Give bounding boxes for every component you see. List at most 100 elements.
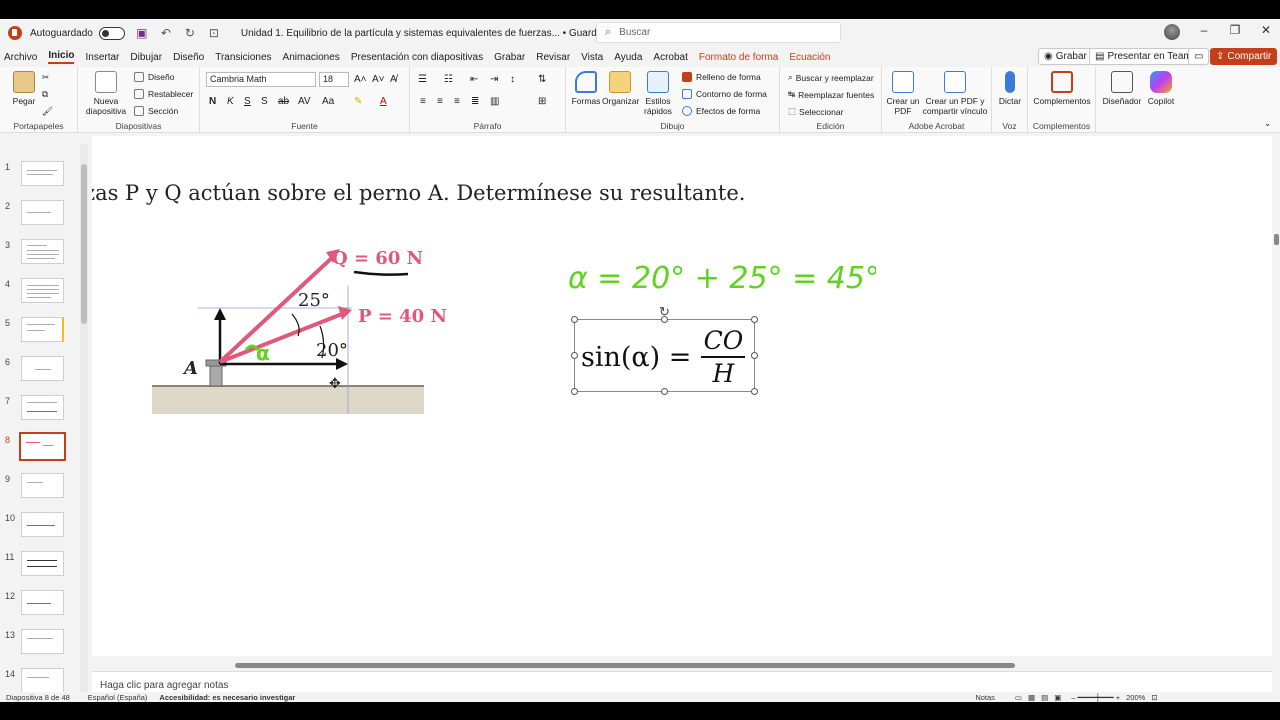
accessibility-status[interactable]: Accesibilidad: es necesario investigar	[159, 693, 295, 702]
autosave-toggle[interactable]	[98, 26, 125, 40]
language-status[interactable]: Español (España)	[88, 693, 148, 702]
present-in-teams-button[interactable]: ▤ Presentar en Teams	[1089, 48, 1203, 65]
minimize-icon[interactable]: –	[1194, 23, 1214, 37]
tab-archivo[interactable]: Archivo	[4, 52, 37, 63]
case-icon[interactable]: Aa	[322, 96, 334, 107]
resize-handle-sw[interactable]	[571, 388, 578, 395]
decrease-indent-icon[interactable]: ⇤	[470, 74, 478, 85]
tab-acrobat[interactable]: Acrobat	[653, 52, 687, 63]
shadow-icon[interactable]: S	[261, 96, 268, 107]
present-icon[interactable]: ⊡	[207, 26, 221, 40]
slide-horizontal-scrollbar[interactable]	[92, 660, 1272, 670]
reading-view-icon[interactable]: ▤	[1041, 693, 1048, 702]
numbering-icon[interactable]: ☷	[444, 74, 453, 85]
shape-outline-button[interactable]: Contorno de forma	[682, 89, 767, 99]
thumbnail-11[interactable]: 11	[0, 549, 80, 579]
section-button[interactable]: Sección	[134, 106, 178, 116]
cut-icon[interactable]: ✂	[42, 72, 49, 83]
thumbnail-4[interactable]: 4	[0, 276, 80, 306]
layout-button[interactable]: Diseño	[134, 72, 174, 82]
notes-toggle[interactable]: Notas	[975, 693, 995, 702]
font-color-icon[interactable]: A	[380, 96, 387, 107]
resize-handle-se[interactable]	[751, 388, 758, 395]
bold-icon[interactable]: N	[209, 96, 216, 107]
collapse-ribbon-icon[interactable]: ⌄	[1264, 118, 1271, 129]
tab-inicio[interactable]: Inicio	[48, 50, 75, 64]
scroll-thumb[interactable]	[1274, 234, 1279, 245]
strikethrough-icon[interactable]: ab	[278, 96, 289, 107]
thumbnail-7[interactable]: 7	[0, 393, 80, 423]
tab-dibujar[interactable]: Dibujar	[130, 52, 162, 63]
select-button[interactable]: ⬚ Seleccionar	[788, 106, 843, 117]
slide-canvas[interactable]: zas P y Q actúan sobre el perno A. Deter…	[92, 136, 1272, 656]
slideshow-icon[interactable]: ▣	[1054, 693, 1061, 702]
slide-title[interactable]: zas P y Q actúan sobre el perno A. Deter…	[92, 181, 745, 205]
italic-icon[interactable]: K	[227, 96, 234, 107]
thumbnail-scrollbar[interactable]	[80, 144, 88, 699]
thumbnail-2[interactable]: 2	[0, 198, 80, 228]
shape-fill-button[interactable]: Relleno de forma	[682, 72, 761, 82]
new-slide-button[interactable]: Nueva diapositiva	[84, 71, 128, 116]
increase-indent-icon[interactable]: ⇥	[490, 74, 498, 85]
resize-handle-ne[interactable]	[751, 316, 758, 323]
redo-icon[interactable]: ↻	[183, 26, 197, 40]
highlight-icon[interactable]: ✎	[354, 96, 362, 107]
tab-presentacion[interactable]: Presentación con diapositivas	[351, 52, 483, 63]
tab-ecuacion[interactable]: Ecuación	[789, 52, 830, 63]
font-family-select[interactable]: Cambria Math	[206, 72, 316, 87]
tab-ayuda[interactable]: Ayuda	[614, 52, 642, 63]
spacing-icon[interactable]: AV	[298, 96, 311, 107]
force-diagram[interactable]: 25° 20° A α Q = 60 N P = 40 N ✥	[152, 246, 472, 446]
share-button[interactable]: ⇪ Compartir	[1210, 48, 1278, 65]
scroll-thumb[interactable]	[235, 663, 1015, 668]
tab-transiciones[interactable]: Transiciones	[215, 52, 271, 63]
line-spacing-icon[interactable]: ↕	[510, 74, 515, 85]
account-avatar[interactable]	[1164, 24, 1180, 40]
shrink-font-icon[interactable]: A˅	[372, 74, 385, 85]
shapes-button[interactable]: Formas	[570, 71, 602, 106]
thumbnail-8[interactable]: 8	[0, 432, 80, 462]
text-direction-icon[interactable]: ⇅	[538, 74, 546, 85]
tab-formato-de-forma[interactable]: Formato de forma	[699, 52, 778, 63]
tab-animaciones[interactable]: Animaciones	[283, 52, 340, 63]
copy-icon[interactable]: ⧉	[42, 89, 48, 100]
tab-grabar[interactable]: Grabar	[494, 52, 525, 63]
thumbnail-9[interactable]: 9	[0, 471, 80, 501]
font-size-select[interactable]: 18	[319, 72, 349, 87]
justify-icon[interactable]: ≣	[471, 96, 479, 107]
zoom-level[interactable]: 200%	[1126, 693, 1145, 702]
replace-fonts-button[interactable]: ↹ Reemplazar fuentes	[788, 89, 874, 100]
slide-vertical-scrollbar[interactable]	[1272, 150, 1280, 663]
format-painter-icon[interactable]: 🖌	[42, 106, 53, 117]
create-pdf-button[interactable]: Crear un PDF	[886, 71, 920, 116]
quick-styles-button[interactable]: Estilos rápidos	[640, 71, 676, 116]
resize-handle-e[interactable]	[751, 352, 758, 359]
handwritten-annotation[interactable]: α = 20° + 25° = 45°	[566, 246, 876, 301]
addins-button[interactable]: Complementos	[1032, 71, 1092, 106]
normal-view-icon[interactable]: ▭	[1015, 693, 1022, 702]
thumbnail-13[interactable]: 13	[0, 627, 80, 657]
resize-handle-s[interactable]	[661, 388, 668, 395]
fit-slide-icon[interactable]: ⊡	[1151, 693, 1157, 702]
find-replace-button[interactable]: ⌕ Buscar y reemplazar	[788, 72, 874, 83]
columns-icon[interactable]: ▥	[490, 96, 499, 107]
align-text-icon[interactable]: ⊞	[538, 96, 546, 107]
reset-button[interactable]: Restablecer	[134, 89, 193, 99]
bullets-icon[interactable]: ☰	[418, 74, 427, 85]
paste-button[interactable]: Pegar	[10, 71, 38, 106]
slide-sorter-icon[interactable]: ▦	[1028, 693, 1035, 702]
clear-format-icon[interactable]: A̸	[390, 74, 397, 85]
maximize-icon[interactable]: ❐	[1225, 23, 1245, 37]
copilot-button[interactable]: Copilot	[1144, 71, 1178, 106]
thumbnail-6[interactable]: 6	[0, 354, 80, 384]
close-icon[interactable]: ✕	[1256, 23, 1276, 37]
equation[interactable]: sin(α) = CO H	[581, 326, 746, 388]
dictate-button[interactable]: Dictar	[996, 71, 1024, 106]
tab-diseno[interactable]: Diseño	[173, 52, 204, 63]
grow-font-icon[interactable]: A˄	[354, 74, 367, 85]
create-pdf-share-button[interactable]: Crear un PDF y compartir vínculo	[922, 71, 988, 116]
resize-handle-n[interactable]	[661, 316, 668, 323]
resize-handle-nw[interactable]	[571, 316, 578, 323]
tab-vista[interactable]: Vista	[581, 52, 603, 63]
resize-handle-w[interactable]	[571, 352, 578, 359]
